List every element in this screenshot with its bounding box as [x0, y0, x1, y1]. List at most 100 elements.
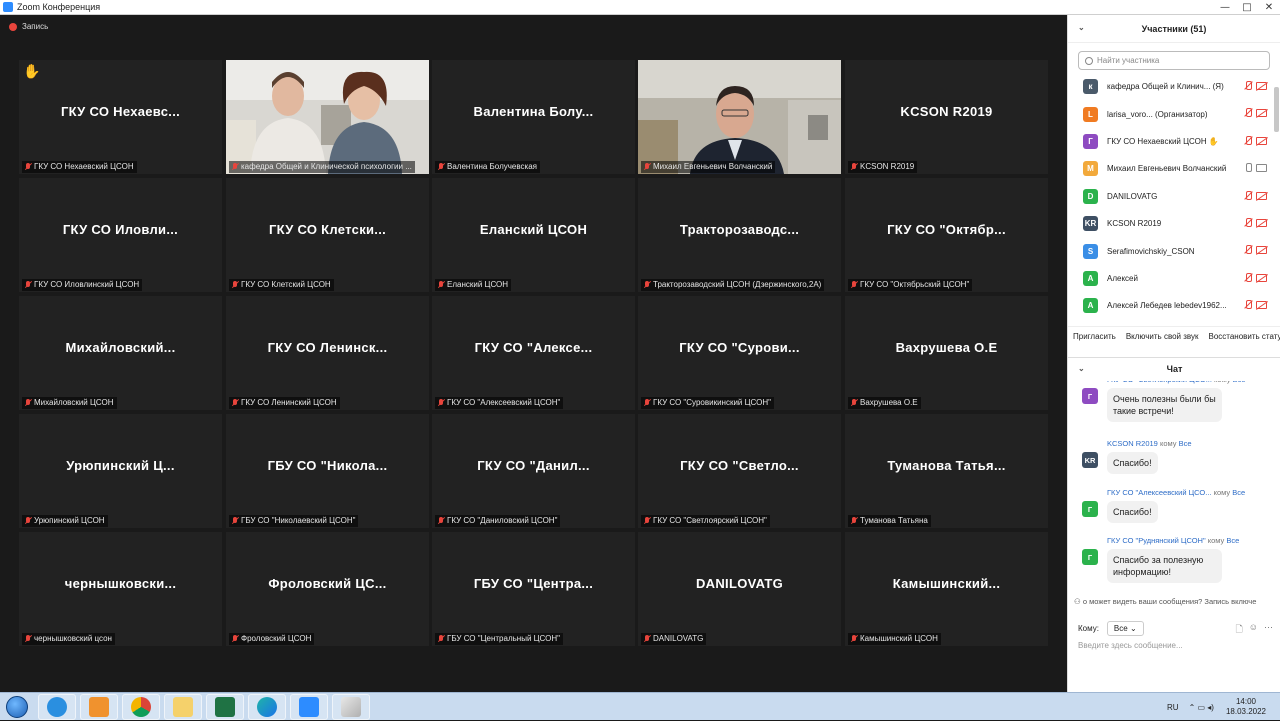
meeting-gallery-area: Запись ГКУ СО Нехаевс... ✋ ГКУ СО Нехаевск…: [0, 15, 1067, 692]
chat-sender-name[interactable]: KCSON R2019: [1107, 439, 1158, 448]
participant-label: ГКУ СО "Алексеевский ЦСОН": [435, 397, 564, 409]
recording-indicator[interactable]: Запись: [9, 22, 48, 31]
participant-list-scrollbar[interactable]: [1274, 87, 1279, 132]
participant-name-display: Еланский ЦСОН: [479, 222, 588, 237]
participant-tile[interactable]: ГКУ СО "Сурови... ГКУ СО "Суровикинский Ц…: [638, 296, 841, 410]
participant-list-item[interactable]: М Михаил Евгеньевич Волчанский: [1068, 155, 1273, 182]
invite-button[interactable]: Пригласить: [1073, 332, 1116, 341]
participant-tile[interactable]: Вахрушева О.Е Вахрушева О.Е: [845, 296, 1048, 410]
chat-bubble: Спасибо!: [1107, 501, 1158, 523]
muted-mic-icon: [644, 281, 650, 289]
taskbar-excel[interactable]: [206, 693, 244, 720]
tray-icons[interactable]: ⌃ ▭ ◂): [1189, 703, 1214, 712]
clock[interactable]: 14:00 18.03.2022: [1226, 697, 1266, 717]
participant-tile[interactable]: Туманова Татья... Туманова Татьяна: [845, 414, 1048, 528]
chat-recipient: Все: [1226, 536, 1240, 545]
participant-name-display: ГКУ СО Ленинск...: [267, 340, 388, 355]
participant-tile[interactable]: ГКУ СО Ленинск... ГКУ СО Ленинский ЦСОН: [226, 296, 429, 410]
chat-bubble: Очень полезны были бы такие встречи!: [1107, 388, 1222, 422]
participant-tile[interactable]: кафедра Общей и Клинической психологии .…: [226, 60, 429, 174]
taskbar-chrome[interactable]: [122, 693, 160, 720]
participant-tile[interactable]: ГКУ СО Клетски... ГКУ СО Клетский ЦСОН: [226, 178, 429, 292]
participant-tile[interactable]: Тракторозаводс... Тракторозаводский ЦСОН …: [638, 178, 841, 292]
taskbar-paint[interactable]: [332, 693, 370, 720]
participant-tile[interactable]: Урюпинский Ц... Урюпинский ЦСОН: [19, 414, 222, 528]
maximize-button[interactable]: □: [1236, 0, 1258, 15]
emoji-icon[interactable]: ☺: [1249, 622, 1258, 638]
participant-tile[interactable]: Михаил Евгеньевич Волчанский: [638, 60, 841, 174]
participant-search-input[interactable]: Найти участника: [1078, 51, 1270, 70]
unmute-self-button[interactable]: Включить свой звук: [1126, 332, 1199, 341]
chat-collapse-chevron-icon[interactable]: ⌄: [1078, 364, 1085, 373]
close-button[interactable]: ✕: [1258, 0, 1280, 15]
chat-sender-name[interactable]: ГКУ СО "Руднянский ЦСОН": [1107, 536, 1206, 545]
taskbar-edge[interactable]: [248, 693, 286, 720]
muted-mic-icon: [438, 517, 444, 525]
participant-tile[interactable]: Валентина Болу... Валентина Болучевская: [432, 60, 635, 174]
participant-list-item[interactable]: А Алексей Лебедев lebedev1962...: [1068, 292, 1273, 317]
participant-tile[interactable]: Камышинский... Камышинский ЦСОН: [845, 532, 1048, 646]
participant-label-text: Еланский ЦСОН: [447, 280, 509, 289]
chat-recipient: Все: [1232, 488, 1246, 497]
muted-mic-icon: [1244, 217, 1252, 228]
participant-list-item[interactable]: S Serafimovichskiy_CSON: [1068, 237, 1273, 264]
participant-video: [226, 60, 429, 174]
participant-tile[interactable]: чернышковски... чернышковский цсон: [19, 532, 222, 646]
participant-tile[interactable]: Фроловский ЦС... Фроловский ЦСОН: [226, 532, 429, 646]
chat-message-input[interactable]: Введите здесь сообщение...: [1078, 641, 1183, 650]
clock-time: 14:00: [1235, 697, 1256, 706]
muted-mic-icon: [851, 517, 857, 525]
taskbar-ie[interactable]: [38, 693, 76, 720]
participant-list-item[interactable]: Г ГКУ СО Нехаевский ЦСОН ✋: [1068, 128, 1273, 155]
start-button[interactable]: [0, 694, 34, 720]
participant-tile[interactable]: ГКУ СО "Данил... ГКУ СО "Даниловский ЦСОН…: [432, 414, 635, 528]
participant-tile[interactable]: ГКУ СО "Светло... ГКУ СО "Светлоярский ЦС…: [638, 414, 841, 528]
chat-sender-name[interactable]: ГКУ СО "Светлоярский ЦСО...: [1107, 381, 1212, 384]
participant-tile[interactable]: KCSON R2019 KCSON R2019: [845, 60, 1048, 174]
participant-name-display: ГКУ СО Нехаевс...: [60, 104, 181, 119]
participant-list-item[interactable]: KR KCSON R2019: [1068, 210, 1273, 237]
camera-off-icon: [1256, 191, 1267, 200]
participant-label-text: Валентина Болучевская: [447, 162, 537, 171]
taskbar-explorer[interactable]: [164, 693, 202, 720]
participant-tile[interactable]: ГКУ СО "Октябр... ГКУ СО "Октябрьский ЦСО…: [845, 178, 1048, 292]
participant-tile[interactable]: Еланский ЦСОН Еланский ЦСОН: [432, 178, 635, 292]
participant-label: Валентина Болучевская: [435, 161, 540, 173]
participant-tile[interactable]: DANILOVATG DANILOVATG: [638, 532, 841, 646]
file-attach-icon[interactable]: 🗋: [1236, 622, 1243, 638]
participant-label-text: ГБУ СО "Николаевский ЦСОН": [241, 516, 356, 525]
participant-tile[interactable]: ГКУ СО "Алексе... ГКУ СО "Алексеевский ЦС…: [432, 296, 635, 410]
collapse-chevron-icon[interactable]: ⌄: [1078, 23, 1085, 32]
participant-tile[interactable]: Михайловский... Михайловский ЦСОН: [19, 296, 222, 410]
avatar: KR: [1083, 216, 1098, 232]
chrome-icon: [131, 696, 151, 717]
participant-name-display: ГКУ СО "Светло...: [680, 458, 799, 473]
participant-label: ГБУ СО "Николаевский ЦСОН": [229, 515, 359, 527]
window-title: Zoom Конференция: [17, 2, 101, 12]
participant-tile[interactable]: ГКУ СО Нехаевс... ✋ ГКУ СО Нехаевский ЦСОН: [19, 60, 222, 174]
participant-name-display: KCSON R2019: [900, 104, 993, 119]
participant-name-display: Камышинский...: [892, 576, 1001, 591]
participant-tile[interactable]: ГКУ СО Иловли... ГКУ СО Иловлинский ЦСОН: [19, 178, 222, 292]
muted-mic-icon: [232, 399, 238, 407]
participant-list-item[interactable]: Llarisa_voro... (Организатор): [1068, 100, 1273, 127]
camera-off-icon: [1256, 82, 1267, 90]
camera-off-icon: [1256, 301, 1267, 310]
chat-sender: ГКУ СО "Алексеевский ЦСО... кому Все: [1107, 488, 1245, 497]
participant-name-display: DANILOVATG: [695, 576, 783, 591]
camera-icon: [1256, 164, 1267, 173]
participant-list-item[interactable]: А Алексей: [1068, 265, 1273, 292]
chat-sender-name[interactable]: ГКУ СО "Алексеевский ЦСО...: [1107, 488, 1211, 497]
participant-tile[interactable]: ГБУ СО "Никола... ГБУ СО "Николаевский ЦС…: [226, 414, 429, 528]
more-icon[interactable]: ⋯: [1264, 622, 1273, 638]
participant-list-item[interactable]: D DANILOVATG: [1068, 183, 1273, 210]
taskbar-media-player[interactable]: [80, 693, 118, 720]
language-indicator[interactable]: RU: [1167, 703, 1179, 712]
chat-recipient-select[interactable]: Все ⌄: [1106, 621, 1144, 636]
taskbar-zoom[interactable]: [290, 693, 328, 720]
participant-tile[interactable]: ГБУ СО "Центра... ГБУ СО "Центральный ЦСО…: [432, 532, 635, 646]
minimize-button[interactable]: —: [1214, 0, 1236, 15]
chat-privacy-notice[interactable]: ⚇ о может видеть ваши сообщения? Запись …: [1074, 597, 1279, 606]
restore-status-button[interactable]: Восстановить стату: [1208, 332, 1280, 341]
participant-list-item[interactable]: к кафедра Общей и Клинич... (Я): [1068, 73, 1273, 100]
